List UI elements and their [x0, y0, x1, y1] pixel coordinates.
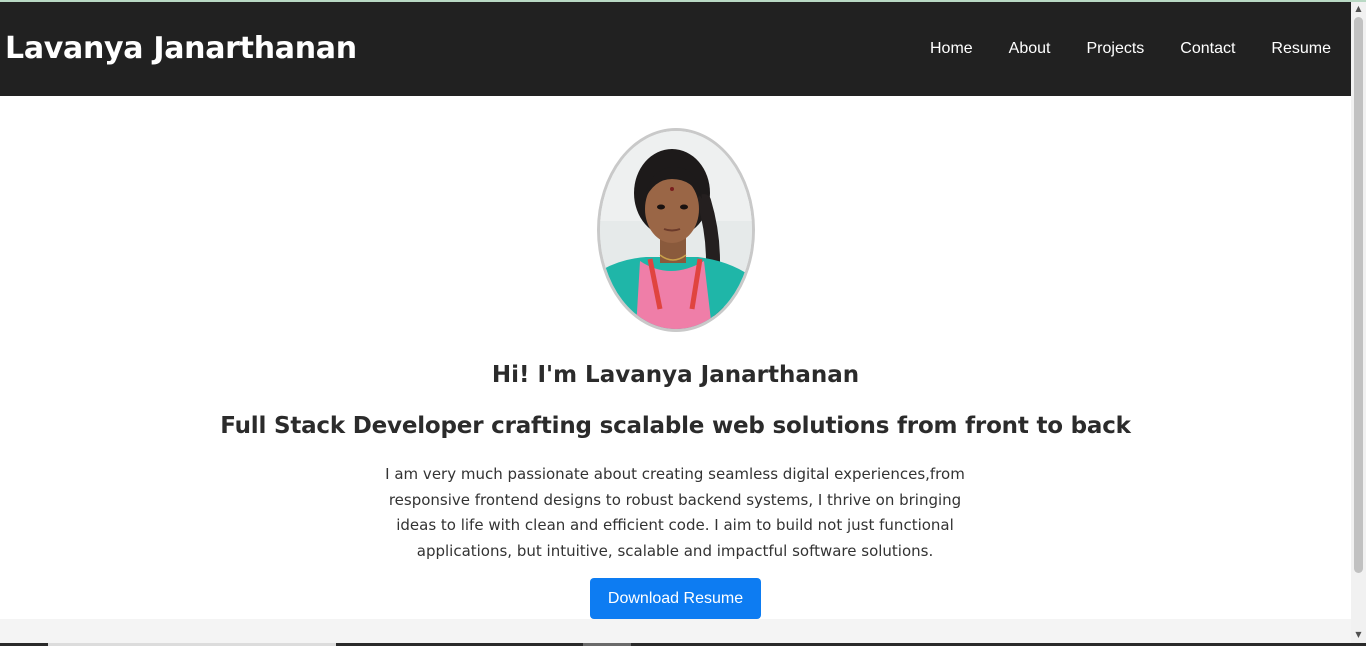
site-brand[interactable]: Lavanya Janarthanan [5, 31, 357, 67]
profile-photo [597, 128, 755, 332]
nav-item-projects[interactable]: Projects [1086, 38, 1144, 60]
vertical-scrollbar[interactable]: ▲ ▼ [1351, 2, 1366, 643]
nav-item-home[interactable]: Home [930, 38, 973, 60]
navbar: Lavanya Janarthanan Home About Projects … [0, 2, 1351, 96]
page-viewport: Lavanya Janarthanan Home About Projects … [0, 2, 1351, 643]
nav-item-contact[interactable]: Contact [1180, 38, 1235, 60]
nav-item-about[interactable]: About [1009, 38, 1051, 60]
profile-photo-illustration [600, 131, 752, 329]
hero-tagline: Full Stack Developer crafting scalable w… [220, 413, 1131, 439]
next-section-preview [0, 619, 1351, 643]
nav-links: Home About Projects Contact Resume [894, 38, 1331, 60]
chevron-up-icon[interactable]: ▲ [1351, 2, 1366, 16]
hero-bio: I am very much passionate about creating… [385, 465, 965, 561]
scrollbar-thumb[interactable] [1354, 17, 1363, 573]
hero-greeting: Hi! I'm Lavanya Janarthanan [491, 362, 860, 388]
download-resume-button[interactable]: Download Resume [590, 578, 761, 619]
chevron-down-icon[interactable]: ▼ [1351, 628, 1366, 642]
nav-item-resume[interactable]: Resume [1271, 38, 1331, 60]
